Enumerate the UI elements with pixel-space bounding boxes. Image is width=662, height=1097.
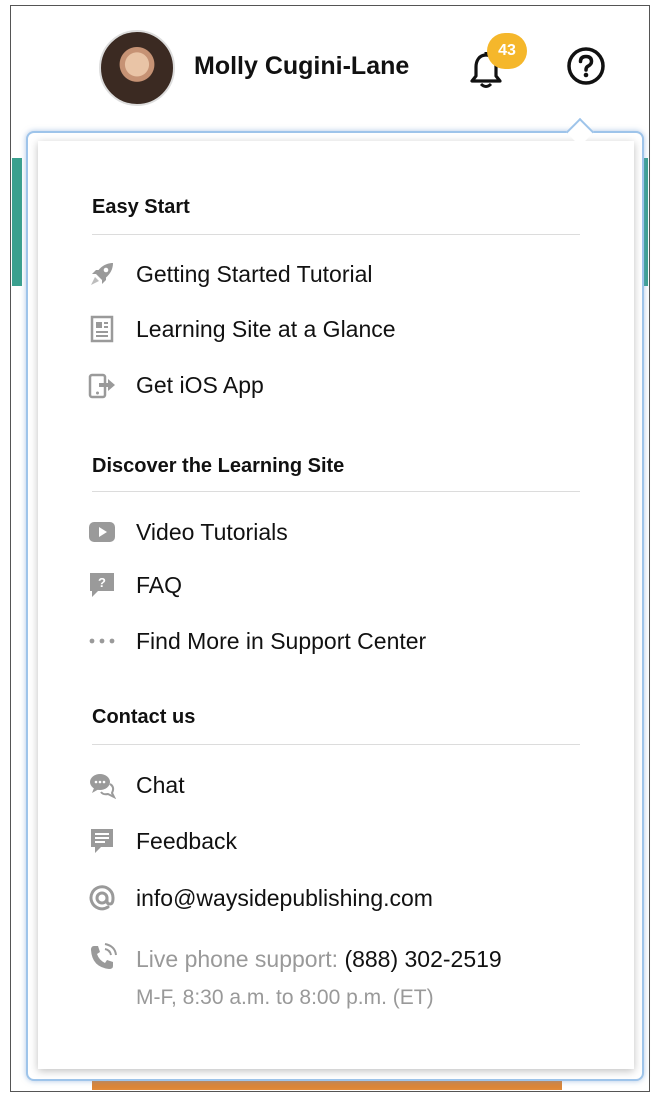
svg-text:?: ?: [98, 575, 106, 590]
menu-item-label: Find More in Support Center: [136, 627, 427, 654]
help-button[interactable]: [566, 46, 606, 86]
menu-item-get-ios-app[interactable]: Get iOS App: [86, 367, 586, 403]
menu-item-chat[interactable]: Chat: [86, 767, 586, 803]
divider: [92, 491, 580, 492]
notification-count-badge[interactable]: 43: [487, 33, 527, 69]
menu-item-video-tutorials[interactable]: Video Tutorials: [86, 514, 586, 550]
phone-icon: [88, 943, 120, 975]
more-dots-icon: [86, 625, 118, 657]
document-icon: [86, 313, 118, 345]
menu-item-label: info@waysidepublishing.com: [136, 884, 433, 911]
background-accent-left: [12, 158, 22, 286]
menu-item-label: Video Tutorials: [136, 518, 288, 545]
video-play-icon: [86, 516, 118, 548]
phone-support-text: Live phone support: (888) 302-2519: [136, 946, 502, 973]
section-title-easy-start: Easy Start: [92, 196, 190, 218]
avatar[interactable]: [99, 30, 175, 106]
menu-item-label: Get iOS App: [136, 371, 264, 398]
menu-item-label: Getting Started Tutorial: [136, 260, 373, 287]
chat-icon: [86, 769, 118, 801]
menu-item-email[interactable]: info@waysidepublishing.com: [86, 880, 586, 916]
phone-number[interactable]: (888) 302-2519: [344, 946, 501, 972]
rocket-icon: [86, 258, 118, 290]
menu-item-getting-started[interactable]: Getting Started Tutorial: [86, 256, 586, 292]
feedback-icon: [86, 825, 118, 857]
faq-icon: ?: [86, 569, 118, 601]
divider: [92, 234, 580, 235]
menu-item-feedback[interactable]: Feedback: [86, 823, 586, 859]
menu-item-learning-site-glance[interactable]: Learning Site at a Glance: [86, 311, 586, 347]
phone-support-hours: M-F, 8:30 a.m. to 8:00 p.m. (ET): [136, 986, 434, 1009]
section-title-contact-us: Contact us: [92, 706, 196, 728]
user-name[interactable]: Molly Cugini-Lane: [194, 52, 409, 81]
menu-item-faq[interactable]: ? FAQ: [86, 567, 586, 603]
divider: [92, 744, 580, 745]
menu-item-label: Feedback: [136, 827, 238, 854]
menu-item-label: FAQ: [136, 571, 183, 598]
at-sign-icon: [86, 882, 118, 914]
phone-support-label: Live phone support:: [136, 946, 345, 972]
menu-item-label: Learning Site at a Glance: [136, 315, 396, 342]
mobile-app-icon: [86, 369, 118, 401]
question-circle-icon: [567, 47, 605, 85]
section-title-discover: Discover the Learning Site: [92, 455, 345, 477]
menu-item-label: Chat: [136, 771, 185, 798]
menu-item-support-center[interactable]: Find More in Support Center: [86, 623, 586, 659]
